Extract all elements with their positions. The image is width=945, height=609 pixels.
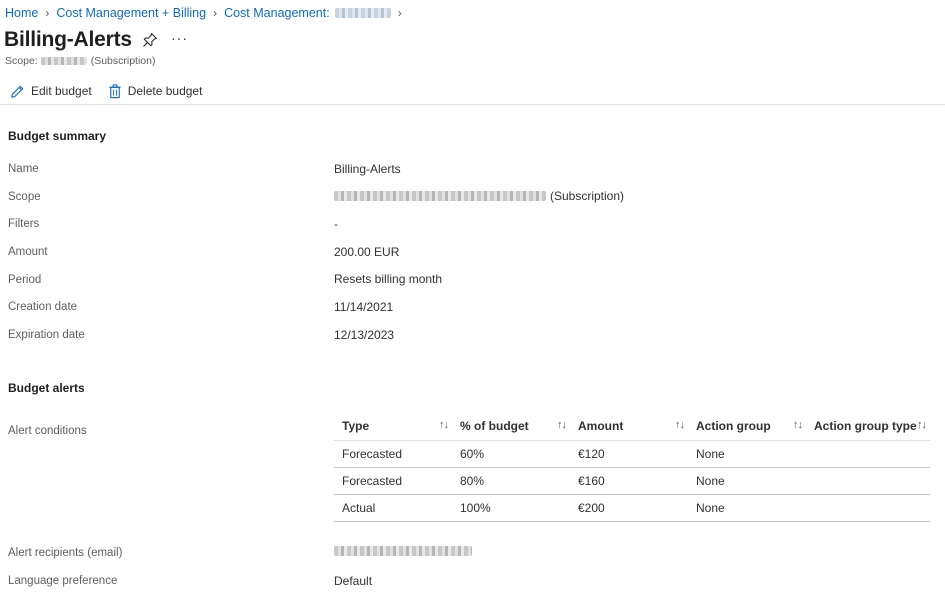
redacted-scope-name [334, 8, 391, 18]
breadcrumb-cost-management[interactable]: Cost Management: [224, 6, 330, 20]
pencil-icon [11, 85, 24, 98]
summary-label-name: Name [8, 163, 39, 175]
sort-arrows-icon[interactable]: ↑↓ [439, 419, 449, 431]
cell-percent: 100% [452, 494, 570, 522]
column-header-percent[interactable]: % of budget ↑↓ [452, 412, 570, 441]
sort-arrows-icon[interactable]: ↑↓ [917, 419, 927, 431]
cell-type: Forecasted [334, 440, 452, 468]
column-header-amount[interactable]: Amount ↑↓ [570, 412, 688, 441]
cell-type: Actual [334, 494, 452, 522]
cell-type: Forecasted [334, 467, 452, 495]
summary-value-amount: 200.00 EUR [334, 245, 400, 259]
trash-icon [109, 83, 121, 98]
breadcrumb: Home › Cost Management + Billing › Cost … [5, 4, 409, 22]
column-header-label: Action group [696, 419, 771, 433]
more-options-button[interactable]: ··· [171, 30, 188, 46]
sort-arrows-icon[interactable]: ↑↓ [675, 419, 685, 431]
table-row: Forecasted 80% €160 None [334, 467, 930, 495]
column-header-label: Action group type [814, 419, 917, 433]
language-preference-value: Default [334, 574, 373, 588]
column-header-label: % of budget [460, 419, 529, 433]
table-header-row: Type ↑↓ % of budget ↑↓ Amount ↑↓ Action gro… [334, 412, 930, 441]
alert-recipients-label: Alert recipients (email) [8, 547, 123, 559]
toolbar-divider [0, 104, 945, 105]
budget-alerts-heading: Budget alerts [8, 381, 85, 395]
cell-percent: 80% [452, 467, 570, 495]
column-header-action-group[interactable]: Action group ↑↓ [688, 412, 806, 441]
cell-amount: €200 [570, 494, 688, 522]
summary-label-filters: Filters [8, 218, 40, 230]
column-header-label: Amount [578, 419, 624, 433]
delete-budget-button[interactable]: Delete budget [108, 83, 203, 99]
redacted-recipient-email [334, 546, 472, 556]
alert-conditions-label: Alert conditions [8, 425, 87, 437]
cell-action-group-type [806, 440, 930, 468]
summary-value-expiration-date: 12/13/2023 [334, 328, 395, 342]
cell-action-group: None [688, 467, 806, 495]
column-header-action-group-type[interactable]: Action group type ↑↓ [806, 412, 930, 441]
cell-amount: €160 [570, 467, 688, 495]
scope-prefix: Scope: [5, 55, 38, 67]
cell-action-group-type [806, 467, 930, 495]
summary-label-period: Period [8, 274, 42, 286]
redacted-scope-id [334, 191, 546, 201]
summary-label-amount: Amount [8, 246, 48, 258]
edit-budget-button[interactable]: Edit budget [10, 84, 92, 99]
summary-label-expiration-date: Expiration date [8, 329, 85, 341]
table-row: Actual 100% €200 None [334, 494, 930, 522]
sort-arrows-icon[interactable]: ↑↓ [793, 419, 803, 431]
summary-value-scope: (Subscription) [334, 189, 624, 203]
pin-icon[interactable] [142, 32, 158, 48]
summary-value-filters: - [334, 217, 338, 231]
summary-value-creation-date: 11/14/2021 [334, 300, 394, 314]
scope-type: (Subscription) [550, 189, 625, 203]
summary-label-creation-date: Creation date [8, 301, 78, 313]
alert-recipients-value [334, 546, 472, 556]
table-row: Forecasted 60% €120 None [334, 440, 930, 468]
sort-arrows-icon[interactable]: ↑↓ [557, 419, 567, 431]
breadcrumb-cost-management-billing[interactable]: Cost Management + Billing [56, 6, 206, 20]
alert-conditions-table: Type ↑↓ % of budget ↑↓ Amount ↑↓ Action gro… [334, 412, 930, 522]
cell-action-group: None [688, 494, 806, 522]
chevron-right-icon: › [45, 6, 50, 20]
summary-value-name: Billing-Alerts [334, 162, 401, 176]
cell-percent: 60% [452, 440, 570, 468]
breadcrumb-home[interactable]: Home [5, 6, 38, 20]
column-header-label: Type [342, 419, 370, 433]
page-title: Billing-Alerts [4, 28, 132, 51]
cell-action-group: None [688, 440, 806, 468]
summary-value-period: Resets billing month [334, 272, 443, 286]
delete-budget-label: Delete budget [127, 84, 203, 98]
budget-summary-heading: Budget summary [8, 129, 107, 143]
summary-label-scope: Scope [8, 191, 41, 203]
cell-amount: €120 [570, 440, 688, 468]
language-preference-label: Language preference [8, 575, 118, 587]
redacted-subscription-name [40, 57, 87, 65]
scope-subtitle: Scope: (Subscription) [5, 55, 155, 67]
edit-budget-label: Edit budget [31, 84, 92, 98]
column-header-type[interactable]: Type ↑↓ [334, 412, 452, 441]
command-bar: Edit budget Delete budget [0, 80, 208, 102]
scope-suffix: (Subscription) [90, 55, 156, 67]
chevron-right-icon: › [213, 6, 218, 20]
cell-action-group-type [806, 494, 930, 522]
chevron-right-icon: › [397, 6, 402, 20]
